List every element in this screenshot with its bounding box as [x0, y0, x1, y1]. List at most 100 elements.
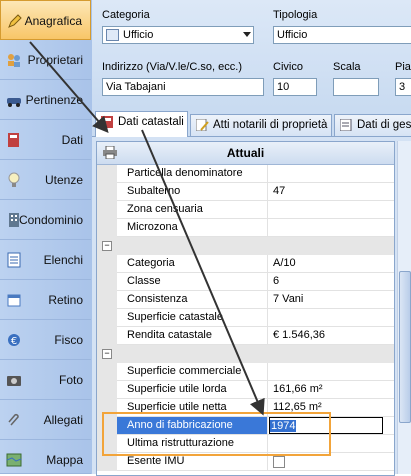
sidebar-item-label: Condominio	[18, 213, 83, 227]
categoria-select[interactable]: Ufficio	[102, 26, 254, 44]
sidebar-item-retino[interactable]: Retino	[0, 280, 91, 320]
sidebar-item-label: Anagrafica	[24, 14, 82, 28]
row-value[interactable]	[268, 363, 394, 381]
collapse-icon[interactable]: −	[102, 349, 112, 359]
row-name: Subalterno	[117, 183, 268, 201]
row-value[interactable]: A/10	[268, 255, 394, 273]
tab-label: Dati di ges	[357, 119, 411, 131]
row-value[interactable]	[268, 165, 394, 183]
sidebar-item-dati[interactable]: Dati	[0, 120, 91, 160]
sidebar-item-utenze[interactable]: Utenze	[0, 160, 91, 200]
tab-atti-notarili[interactable]: Atti notarili di proprietà	[190, 114, 332, 136]
grid-header: Attuali	[97, 142, 394, 165]
book-icon	[101, 116, 113, 128]
indirizzo-field[interactable]: Via Tabajani	[102, 78, 264, 96]
sidebar-item-condominio[interactable]: Condominio	[0, 200, 91, 240]
pencil-icon	[7, 13, 23, 29]
grid-row-classe[interactable]: Classe 6	[97, 273, 394, 291]
grid-row-subalterno[interactable]: Subalterno 47	[97, 183, 394, 201]
tab-bar: Dati catastali Atti notarili di propriet…	[92, 108, 411, 137]
calendar-icon	[6, 292, 22, 308]
scrollbar-thumb[interactable]	[399, 271, 411, 423]
tab-dati-gestione[interactable]: Dati di ges	[334, 114, 411, 136]
property-form: Categoria Ufficio Tipologia Ufficio Indi…	[92, 0, 411, 108]
lightbulb-icon	[6, 172, 22, 188]
book-icon	[6, 132, 22, 148]
tax-icon: €	[6, 332, 22, 348]
row-name: Superficie commerciale	[117, 363, 268, 381]
row-name: Classe	[117, 273, 268, 291]
row-name: Categoria	[117, 255, 268, 273]
sidebar-item-pertinenze[interactable]: Pertinenze	[0, 80, 91, 120]
sidebar-item-foto[interactable]: Foto	[0, 360, 91, 400]
grid-row-rendita-catastale[interactable]: Rendita catastale € 1.546,36	[97, 327, 394, 345]
grid-section-separator[interactable]: −	[97, 345, 394, 363]
grid-title: Attuali	[226, 146, 265, 160]
row-name: Microzona	[117, 219, 268, 237]
sidebar-item-label: Utenze	[44, 173, 83, 187]
esente-imu-checkbox[interactable]	[273, 456, 285, 468]
row-value[interactable]: 6	[268, 273, 394, 291]
grid-section-separator[interactable]: −	[97, 237, 394, 255]
row-name: Consistenza	[117, 291, 268, 309]
row-name: Superficie utile lorda	[117, 381, 268, 399]
sidebar-item-label: Foto	[58, 373, 83, 387]
document-pencil-icon	[196, 119, 209, 131]
people-icon	[6, 52, 22, 68]
chevron-down-icon	[243, 32, 251, 37]
row-value[interactable]: € 1.546,36	[268, 327, 394, 345]
sidebar-item-label: Proprietari	[27, 53, 83, 67]
row-value[interactable]	[268, 309, 394, 327]
sidebar-item-elenchi[interactable]: Elenchi	[0, 240, 91, 280]
civico-field[interactable]: 10	[273, 78, 317, 96]
sidebar-item-label: Allegati	[43, 413, 83, 427]
tipologia-label: Tipologia	[273, 9, 318, 21]
categoria-value: Ufficio	[123, 29, 154, 41]
row-value[interactable]	[268, 219, 394, 237]
tab-label: Dati catastali	[118, 116, 184, 128]
map-icon	[6, 452, 22, 468]
grid-row-superficie-lorda[interactable]: Superficie utile lorda 161,66 m²	[97, 381, 394, 399]
sidebar-item-label: Mappa	[46, 453, 83, 467]
car-icon	[6, 92, 22, 108]
sidebar-item-label: Elenchi	[43, 253, 83, 267]
sidebar-item-mappa[interactable]: Mappa	[0, 440, 91, 474]
category-icon	[106, 29, 119, 42]
grid-row-consistenza[interactable]: Consistenza 7 Vani	[97, 291, 394, 309]
piano-field[interactable]: 3	[395, 78, 411, 96]
row-value[interactable]: 47	[268, 183, 394, 201]
civico-label: Civico	[273, 61, 303, 73]
piano-label: Pia	[395, 61, 411, 73]
camera-icon	[6, 372, 22, 388]
row-value[interactable]: 7 Vani	[268, 291, 394, 309]
document-icon	[340, 119, 352, 131]
grid-row-categoria[interactable]: Categoria A/10	[97, 255, 394, 273]
sidebar-item-fisco[interactable]: € Fisco	[0, 320, 91, 360]
row-value[interactable]	[268, 201, 394, 219]
scala-label: Scala	[333, 61, 361, 73]
tab-dati-catastali[interactable]: Dati catastali	[95, 111, 188, 137]
scala-field[interactable]	[333, 78, 379, 96]
row-name: Rendita catastale	[117, 327, 268, 345]
highlight-box	[102, 412, 331, 456]
list-icon	[6, 252, 22, 268]
grid-row-microzona[interactable]: Microzona	[97, 219, 394, 237]
sidebar-item-label: Fisco	[54, 333, 83, 347]
sidebar-item-anagrafica[interactable]: Anagrafica	[0, 0, 91, 40]
svg-text:€: €	[11, 336, 17, 347]
grid-row-zona-censuaria[interactable]: Zona censuaria	[97, 201, 394, 219]
sidebar-item-proprietari[interactable]: Proprietari	[0, 40, 91, 80]
grid-row-superficie-commerciale[interactable]: Superficie commerciale	[97, 363, 394, 381]
collapse-icon[interactable]: −	[102, 241, 112, 251]
row-name: Zona censuaria	[117, 201, 268, 219]
sidebar-item-allegati[interactable]: Allegati	[0, 400, 91, 440]
grid-row-superficie-catastale[interactable]: Superficie catastale	[97, 309, 394, 327]
tipologia-field[interactable]: Ufficio	[273, 26, 411, 44]
sidebar-item-label: Dati	[61, 133, 83, 147]
categoria-label: Categoria	[102, 9, 150, 21]
grid-row-particella[interactable]: Particella denominatore	[97, 165, 394, 183]
sidebar-item-label: Pertinenze	[25, 93, 83, 107]
row-value[interactable]: 161,66 m²	[268, 381, 394, 399]
grid-scrollbar[interactable]	[397, 141, 411, 474]
sidebar-item-label: Retino	[48, 293, 83, 307]
